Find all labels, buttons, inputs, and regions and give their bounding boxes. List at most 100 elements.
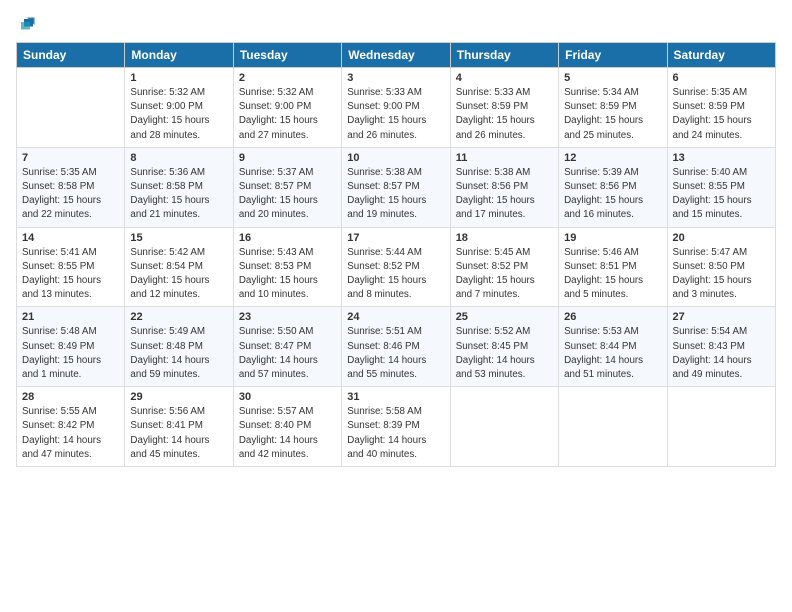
day-info: Sunrise: 5:46 AM Sunset: 8:51 PM Dayligh… — [564, 246, 661, 303]
day-number: 18 — [456, 232, 553, 244]
calendar-header-saturday: Saturday — [667, 43, 775, 68]
day-info: Sunrise: 5:57 AM Sunset: 8:40 PM Dayligh… — [239, 405, 336, 462]
calendar-cell — [450, 387, 558, 467]
day-info: Sunrise: 5:58 AM Sunset: 8:39 PM Dayligh… — [347, 405, 444, 462]
calendar-cell: 14 Sunrise: 5:41 AM Sunset: 8:55 PM Dayli… — [17, 227, 125, 307]
day-info: Sunrise: 5:41 AM Sunset: 8:55 PM Dayligh… — [22, 246, 119, 303]
day-number: 20 — [673, 232, 770, 244]
day-info: Sunrise: 5:55 AM Sunset: 8:42 PM Dayligh… — [22, 405, 119, 462]
calendar-cell: 20 Sunrise: 5:47 AM Sunset: 8:50 PM Dayli… — [667, 227, 775, 307]
day-number: 3 — [347, 72, 444, 84]
day-info: Sunrise: 5:42 AM Sunset: 8:54 PM Dayligh… — [130, 246, 227, 303]
calendar-cell: 17 Sunrise: 5:44 AM Sunset: 8:52 PM Dayli… — [342, 227, 450, 307]
calendar-cell: 24 Sunrise: 5:51 AM Sunset: 8:46 PM Dayli… — [342, 307, 450, 387]
calendar-cell: 26 Sunrise: 5:53 AM Sunset: 8:44 PM Dayli… — [559, 307, 667, 387]
day-info: Sunrise: 5:47 AM Sunset: 8:50 PM Dayligh… — [673, 246, 770, 303]
calendar-table: SundayMondayTuesdayWednesdayThursdayFrid… — [16, 42, 776, 467]
day-number: 26 — [564, 311, 661, 323]
day-info: Sunrise: 5:40 AM Sunset: 8:55 PM Dayligh… — [673, 166, 770, 223]
day-info: Sunrise: 5:33 AM Sunset: 8:59 PM Dayligh… — [456, 86, 553, 143]
calendar-header-wednesday: Wednesday — [342, 43, 450, 68]
day-number: 29 — [130, 391, 227, 403]
calendar-header-sunday: Sunday — [17, 43, 125, 68]
calendar-cell — [17, 68, 125, 148]
calendar-cell: 31 Sunrise: 5:58 AM Sunset: 8:39 PM Dayli… — [342, 387, 450, 467]
calendar-week-row: 28 Sunrise: 5:55 AM Sunset: 8:42 PM Dayli… — [17, 387, 776, 467]
calendar-cell: 11 Sunrise: 5:38 AM Sunset: 8:56 PM Dayli… — [450, 147, 558, 227]
day-info: Sunrise: 5:54 AM Sunset: 8:43 PM Dayligh… — [673, 325, 770, 382]
day-number: 28 — [22, 391, 119, 403]
day-number: 7 — [22, 152, 119, 164]
day-number: 9 — [239, 152, 336, 164]
calendar-cell: 1 Sunrise: 5:32 AM Sunset: 9:00 PM Daylig… — [125, 68, 233, 148]
calendar-week-row: 21 Sunrise: 5:48 AM Sunset: 8:49 PM Dayli… — [17, 307, 776, 387]
day-number: 21 — [22, 311, 119, 323]
day-info: Sunrise: 5:45 AM Sunset: 8:52 PM Dayligh… — [456, 246, 553, 303]
day-info: Sunrise: 5:34 AM Sunset: 8:59 PM Dayligh… — [564, 86, 661, 143]
calendar-cell: 4 Sunrise: 5:33 AM Sunset: 8:59 PM Daylig… — [450, 68, 558, 148]
calendar-cell: 8 Sunrise: 5:36 AM Sunset: 8:58 PM Daylig… — [125, 147, 233, 227]
day-number: 25 — [456, 311, 553, 323]
logo-icon — [18, 16, 36, 34]
day-number: 8 — [130, 152, 227, 164]
day-number: 19 — [564, 232, 661, 244]
day-number: 6 — [673, 72, 770, 84]
day-info: Sunrise: 5:33 AM Sunset: 9:00 PM Dayligh… — [347, 86, 444, 143]
day-info: Sunrise: 5:32 AM Sunset: 9:00 PM Dayligh… — [239, 86, 336, 143]
day-info: Sunrise: 5:37 AM Sunset: 8:57 PM Dayligh… — [239, 166, 336, 223]
day-number: 5 — [564, 72, 661, 84]
calendar-cell: 18 Sunrise: 5:45 AM Sunset: 8:52 PM Dayli… — [450, 227, 558, 307]
calendar-header-friday: Friday — [559, 43, 667, 68]
day-number: 14 — [22, 232, 119, 244]
calendar-cell: 15 Sunrise: 5:42 AM Sunset: 8:54 PM Dayli… — [125, 227, 233, 307]
calendar-cell: 29 Sunrise: 5:56 AM Sunset: 8:41 PM Dayli… — [125, 387, 233, 467]
calendar-cell: 27 Sunrise: 5:54 AM Sunset: 8:43 PM Dayli… — [667, 307, 775, 387]
day-info: Sunrise: 5:49 AM Sunset: 8:48 PM Dayligh… — [130, 325, 227, 382]
logo — [16, 16, 36, 34]
day-number: 30 — [239, 391, 336, 403]
calendar-week-row: 7 Sunrise: 5:35 AM Sunset: 8:58 PM Daylig… — [17, 147, 776, 227]
calendar-cell: 10 Sunrise: 5:38 AM Sunset: 8:57 PM Dayli… — [342, 147, 450, 227]
day-info: Sunrise: 5:38 AM Sunset: 8:56 PM Dayligh… — [456, 166, 553, 223]
day-info: Sunrise: 5:32 AM Sunset: 9:00 PM Dayligh… — [130, 86, 227, 143]
day-info: Sunrise: 5:36 AM Sunset: 8:58 PM Dayligh… — [130, 166, 227, 223]
day-number: 10 — [347, 152, 444, 164]
day-info: Sunrise: 5:44 AM Sunset: 8:52 PM Dayligh… — [347, 246, 444, 303]
calendar-cell: 5 Sunrise: 5:34 AM Sunset: 8:59 PM Daylig… — [559, 68, 667, 148]
day-number: 2 — [239, 72, 336, 84]
day-number: 23 — [239, 311, 336, 323]
day-number: 24 — [347, 311, 444, 323]
day-number: 11 — [456, 152, 553, 164]
calendar-cell: 13 Sunrise: 5:40 AM Sunset: 8:55 PM Dayli… — [667, 147, 775, 227]
calendar-cell — [559, 387, 667, 467]
day-number: 4 — [456, 72, 553, 84]
calendar-week-row: 1 Sunrise: 5:32 AM Sunset: 9:00 PM Daylig… — [17, 68, 776, 148]
page-header — [16, 16, 776, 34]
calendar-cell: 23 Sunrise: 5:50 AM Sunset: 8:47 PM Dayli… — [233, 307, 341, 387]
day-info: Sunrise: 5:52 AM Sunset: 8:45 PM Dayligh… — [456, 325, 553, 382]
calendar-cell: 3 Sunrise: 5:33 AM Sunset: 9:00 PM Daylig… — [342, 68, 450, 148]
day-info: Sunrise: 5:39 AM Sunset: 8:56 PM Dayligh… — [564, 166, 661, 223]
day-info: Sunrise: 5:56 AM Sunset: 8:41 PM Dayligh… — [130, 405, 227, 462]
day-info: Sunrise: 5:48 AM Sunset: 8:49 PM Dayligh… — [22, 325, 119, 382]
calendar-cell: 21 Sunrise: 5:48 AM Sunset: 8:49 PM Dayli… — [17, 307, 125, 387]
day-info: Sunrise: 5:53 AM Sunset: 8:44 PM Dayligh… — [564, 325, 661, 382]
day-number: 27 — [673, 311, 770, 323]
calendar-cell: 22 Sunrise: 5:49 AM Sunset: 8:48 PM Dayli… — [125, 307, 233, 387]
day-info: Sunrise: 5:50 AM Sunset: 8:47 PM Dayligh… — [239, 325, 336, 382]
day-number: 15 — [130, 232, 227, 244]
day-info: Sunrise: 5:38 AM Sunset: 8:57 PM Dayligh… — [347, 166, 444, 223]
day-number: 1 — [130, 72, 227, 84]
calendar-cell: 25 Sunrise: 5:52 AM Sunset: 8:45 PM Dayli… — [450, 307, 558, 387]
day-number: 31 — [347, 391, 444, 403]
calendar-cell: 16Sunrise: 5:43 AM Sunset: 8:53 PM Dayli… — [233, 227, 341, 307]
day-number: 17 — [347, 232, 444, 244]
calendar-week-row: 14 Sunrise: 5:41 AM Sunset: 8:55 PM Dayli… — [17, 227, 776, 307]
day-number: 22 — [130, 311, 227, 323]
day-info: Sunrise: 5:35 AM Sunset: 8:59 PM Dayligh… — [673, 86, 770, 143]
day-number: 12 — [564, 152, 661, 164]
day-info: Sunrise: 5:35 AM Sunset: 8:58 PM Dayligh… — [22, 166, 119, 223]
day-number: 13 — [673, 152, 770, 164]
day-info: Sunrise: 5:51 AM Sunset: 8:46 PM Dayligh… — [347, 325, 444, 382]
calendar-header-monday: Monday — [125, 43, 233, 68]
